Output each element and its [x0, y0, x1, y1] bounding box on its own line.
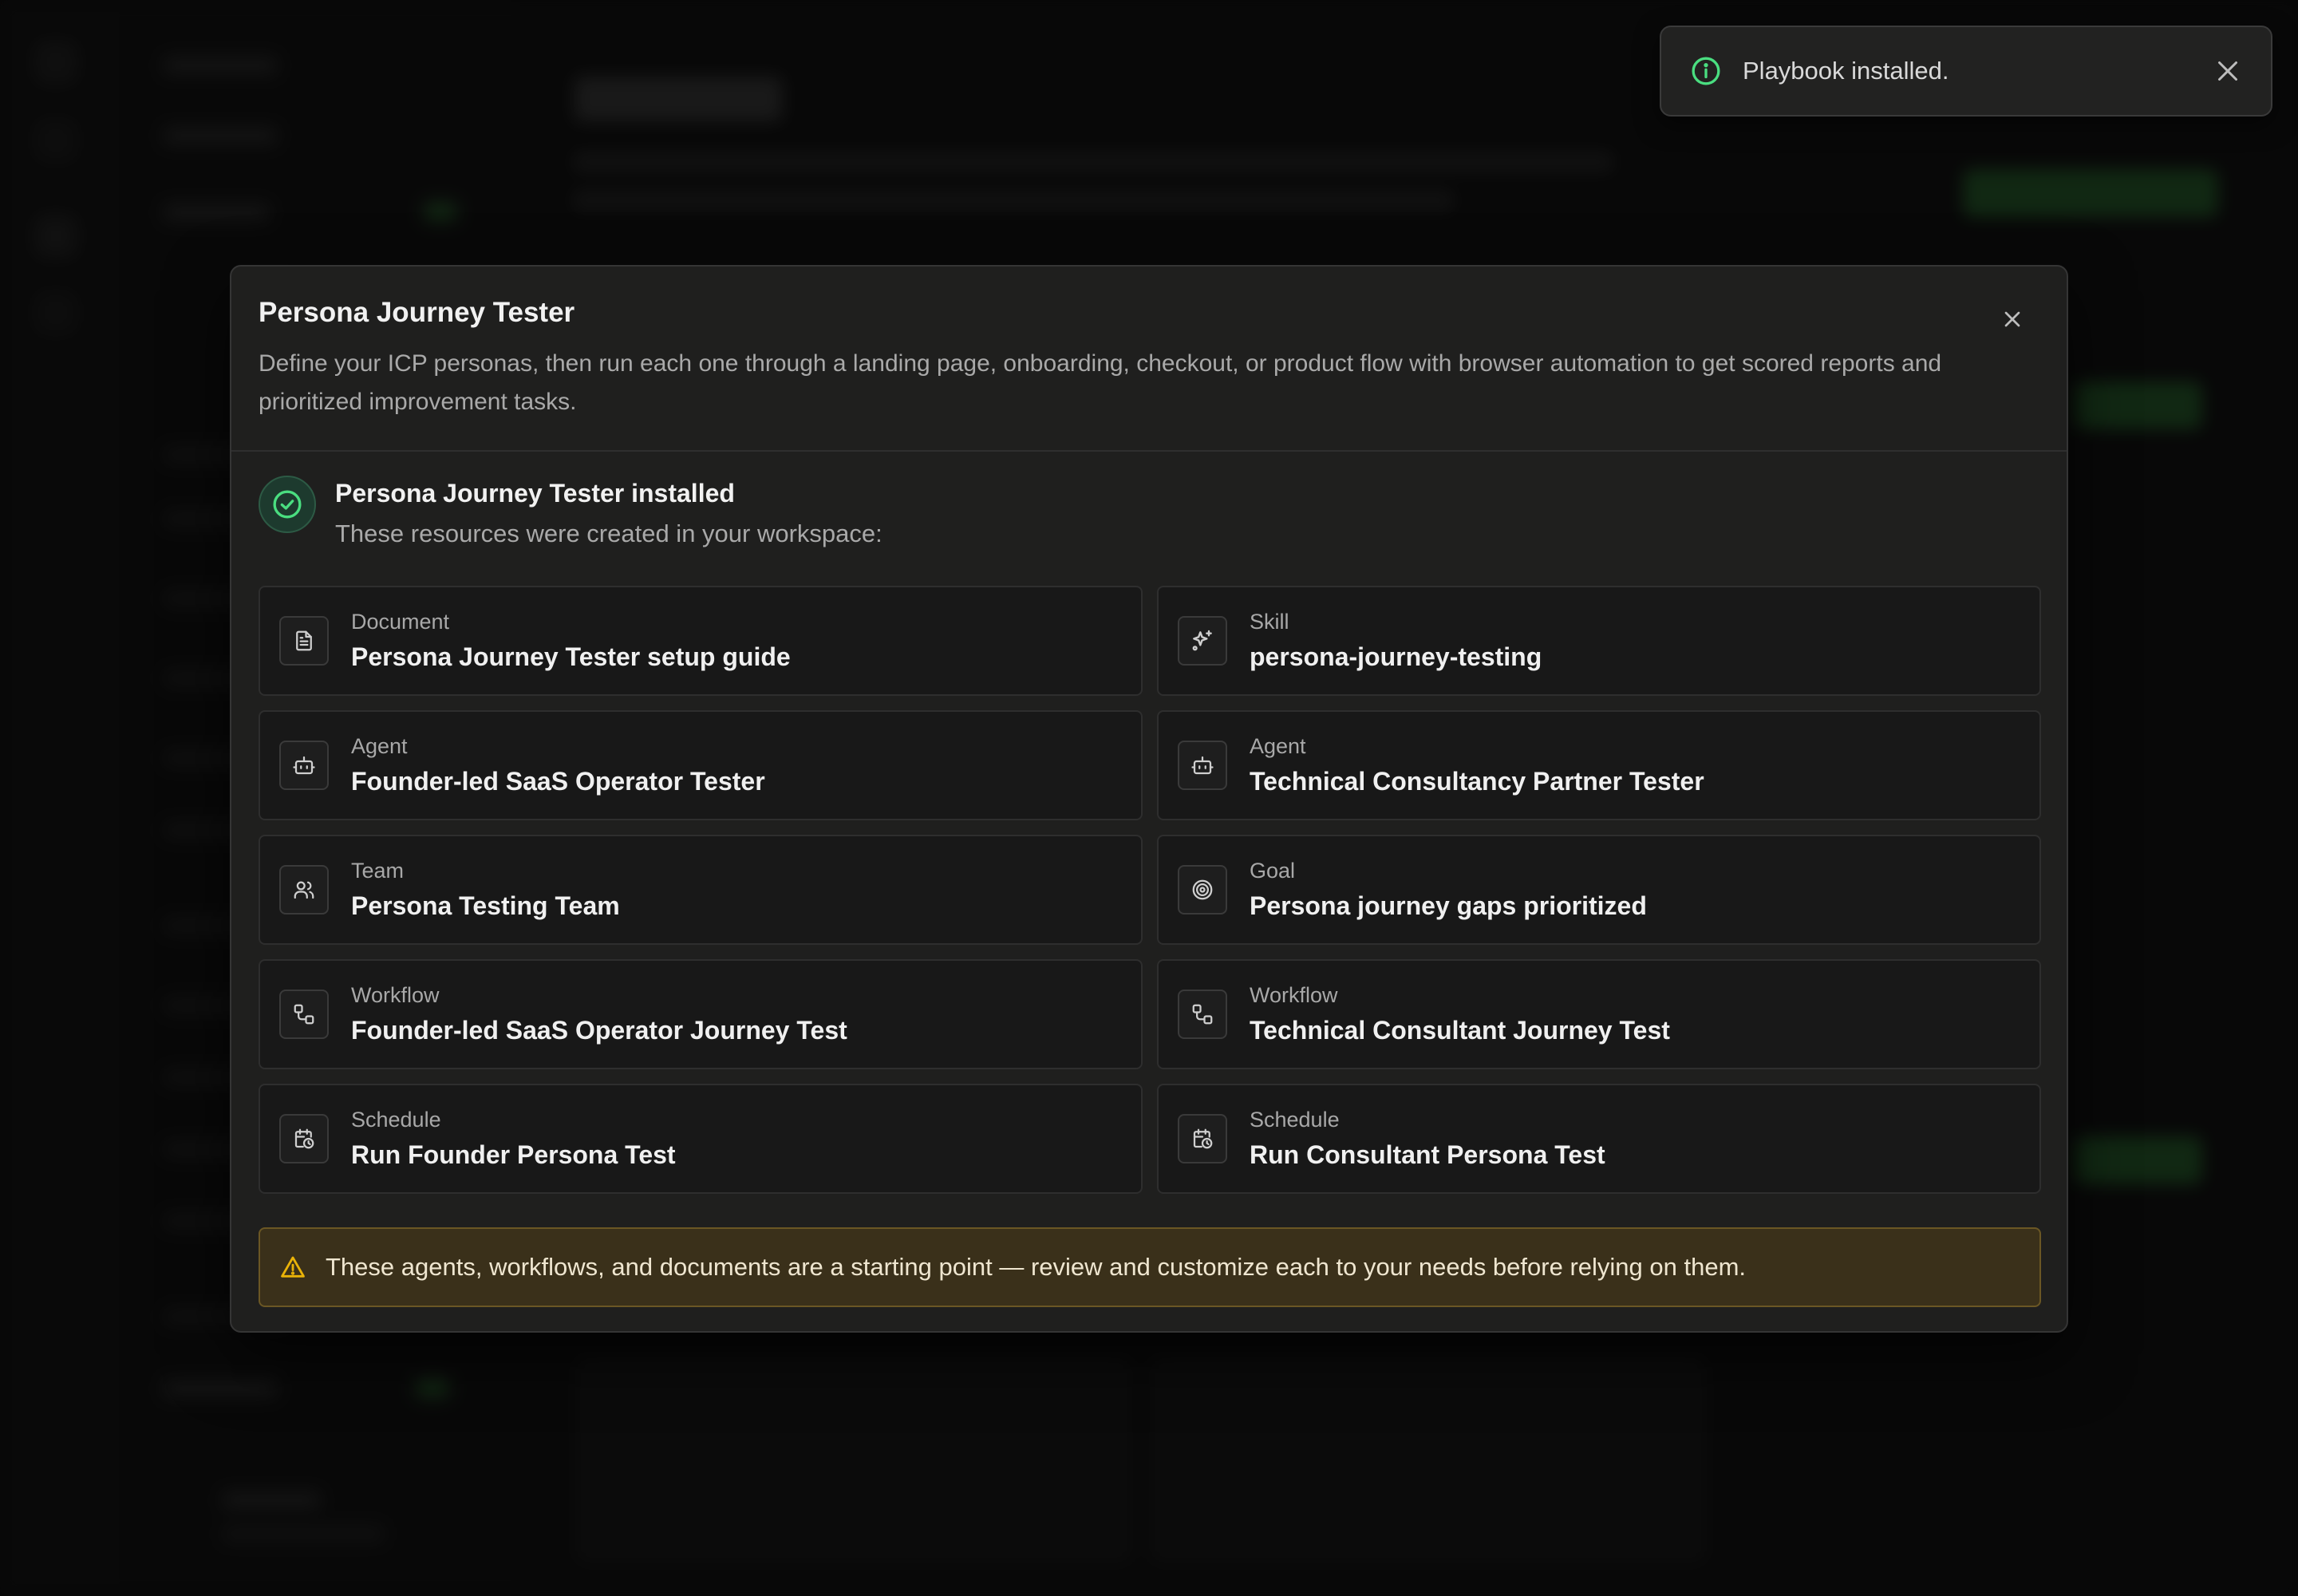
resource-type: Workflow — [351, 983, 440, 1007]
resource-card-goal[interactable]: Goal Persona journey gaps prioritized — [1157, 835, 2041, 945]
resource-name: Persona journey gaps prioritized — [1250, 891, 1647, 920]
resource-name: Run Consultant Persona Test — [1250, 1140, 1605, 1169]
modal-close-button[interactable] — [2000, 306, 2025, 332]
resource-type: Agent — [1250, 734, 1306, 758]
resource-card-workflow[interactable]: Workflow Technical Consultant Journey Te… — [1157, 959, 2041, 1069]
check-circle-icon — [259, 476, 316, 533]
warning-text: These agents, workflows, and documents a… — [326, 1253, 1747, 1281]
resource-name: persona-journey-testing — [1250, 642, 1542, 671]
users-icon — [279, 865, 329, 915]
resource-name: Technical Consultancy Partner Tester — [1250, 767, 1704, 796]
resource-type: Document — [351, 610, 450, 634]
sparkles-icon — [1178, 616, 1227, 666]
resource-grid: Document Persona Journey Tester setup gu… — [259, 586, 2041, 1194]
resource-type: Goal — [1250, 859, 1296, 883]
workflow-icon — [279, 990, 329, 1039]
resource-card-agent[interactable]: Agent Founder-led SaaS Operator Tester — [259, 710, 1143, 820]
warning-banner: These agents, workflows, and documents a… — [259, 1227, 2041, 1307]
toast-message: Playbook installed. — [1743, 57, 1949, 85]
modal-description: Define your ICP personas, then run each … — [259, 350, 1942, 415]
calendar-clock-icon — [1178, 1114, 1227, 1163]
bot-icon — [1178, 741, 1227, 790]
resource-card-agent[interactable]: Agent Technical Consultancy Partner Test… — [1157, 710, 2041, 820]
resource-card-team[interactable]: Team Persona Testing Team — [259, 835, 1143, 945]
modal-title: Persona Journey Tester — [259, 297, 575, 328]
resource-type: Skill — [1250, 610, 1289, 634]
bot-icon — [279, 741, 329, 790]
resource-type: Team — [351, 859, 405, 883]
installed-title: Persona Journey Tester installed — [335, 479, 735, 508]
resource-name: Run Founder Persona Test — [351, 1140, 676, 1169]
resource-type: Workflow — [1250, 983, 1338, 1007]
resource-card-skill[interactable]: Skill persona-journey-testing — [1157, 586, 2041, 696]
workflow-icon — [1178, 990, 1227, 1039]
resource-name: Persona Testing Team — [351, 891, 620, 920]
resource-card-document[interactable]: Document Persona Journey Tester setup gu… — [259, 586, 1143, 696]
resource-name: Technical Consultant Journey Test — [1250, 1016, 1670, 1045]
playbook-modal: Persona Journey Tester Define your ICP p… — [230, 265, 2068, 1333]
toast-notification: Playbook installed. — [1660, 26, 2272, 117]
target-icon — [1178, 865, 1227, 915]
calendar-clock-icon — [279, 1114, 329, 1163]
info-icon — [1690, 55, 1722, 87]
resource-name: Persona Journey Tester setup guide — [351, 642, 791, 671]
resource-card-schedule[interactable]: Schedule Run Consultant Persona Test — [1157, 1084, 2041, 1194]
toast-close-button[interactable] — [2213, 57, 2242, 85]
resource-type: Schedule — [351, 1108, 441, 1132]
warning-triangle-icon — [279, 1254, 306, 1281]
installed-subtitle: These resources were created in your wor… — [335, 519, 882, 547]
resource-type: Agent — [351, 734, 408, 758]
resource-name: Founder-led SaaS Operator Tester — [351, 767, 765, 796]
document-icon — [279, 616, 329, 666]
resource-card-schedule[interactable]: Schedule Run Founder Persona Test — [259, 1084, 1143, 1194]
installed-banner: Persona Journey Tester installed These r… — [259, 476, 882, 548]
resource-type: Schedule — [1250, 1108, 1340, 1132]
modal-header: Persona Journey Tester Define your ICP p… — [231, 267, 2067, 452]
resource-card-workflow[interactable]: Workflow Founder-led SaaS Operator Journ… — [259, 959, 1143, 1069]
resource-name: Founder-led SaaS Operator Journey Test — [351, 1016, 847, 1045]
